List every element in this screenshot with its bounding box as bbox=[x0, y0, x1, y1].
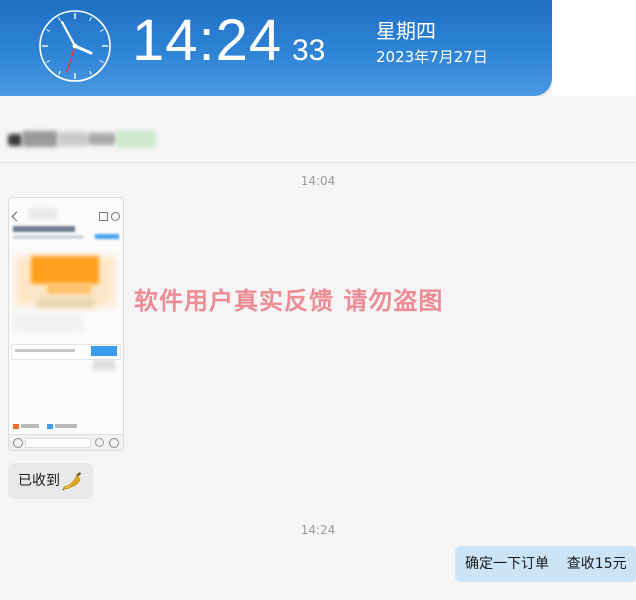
digital-seconds: 33 bbox=[292, 34, 326, 67]
message-bubble-sent[interactable]: 确定一下订单 查收15元 bbox=[455, 546, 636, 582]
date-label: 2023年7月27日 bbox=[376, 48, 488, 66]
image-message-blurred-screenshot[interactable] bbox=[8, 197, 124, 451]
weekday-label: 星期四 bbox=[376, 19, 436, 43]
analog-clock-icon bbox=[39, 10, 111, 82]
clock-widget-gap bbox=[552, 0, 636, 96]
chat-window: 14:24 33 星期四 2023年7月27日 14:04 软件用户真实反馈 请… bbox=[0, 0, 636, 600]
clock-widget: 14:24 33 星期四 2023年7月27日 bbox=[0, 0, 552, 96]
message-text: 已收到 bbox=[18, 473, 60, 489]
watermark-text: 软件用户真实反馈 请勿盗图 bbox=[134, 287, 444, 315]
message-text: 确定一下订单 查收15元 bbox=[465, 556, 627, 572]
message-timestamp: 14:24 bbox=[300, 523, 336, 537]
message-bubble-received[interactable]: 已收到 bbox=[8, 463, 93, 499]
digital-time: 14:24 bbox=[132, 8, 283, 73]
message-timestamp: 14:04 bbox=[300, 174, 336, 188]
banana-emoji-icon bbox=[62, 472, 81, 491]
contact-name-blurred bbox=[8, 128, 158, 150]
